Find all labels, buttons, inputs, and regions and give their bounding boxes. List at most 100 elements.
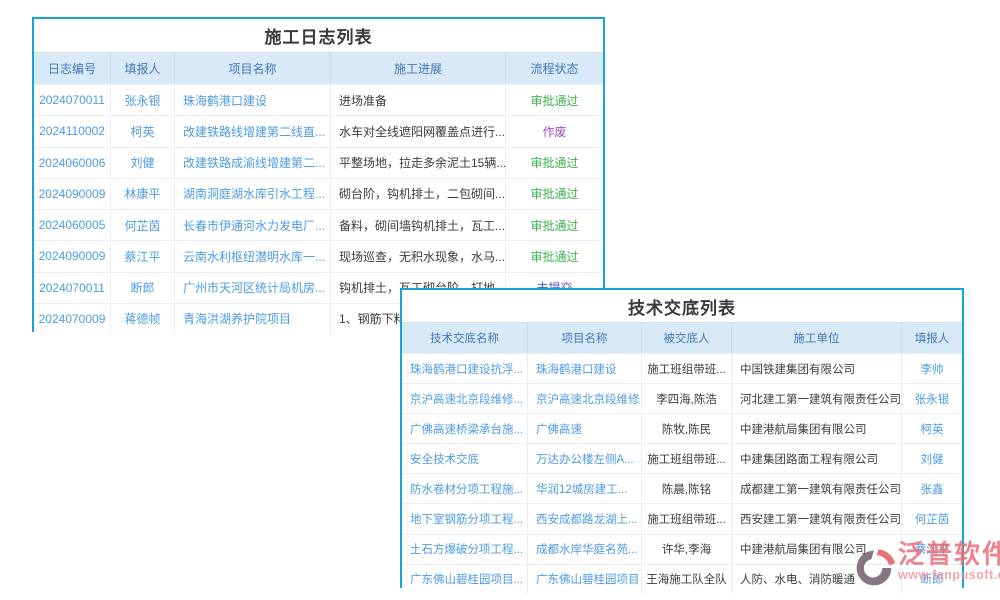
cell-reporter[interactable]: 蔡江平 — [111, 241, 175, 271]
table-row[interactable]: 土石方爆破分项工程...成都水岸华庭名苑...许华,李海中建港航局集团有限公司蔡… — [402, 534, 962, 564]
cell-id[interactable]: 2024060006 — [34, 148, 111, 178]
cell-project[interactable]: 广佛高速 — [528, 414, 642, 443]
construction-log-title: 施工日志列表 — [34, 19, 603, 52]
cell-persons: 施工班组带班... — [642, 444, 732, 473]
tech-disclosure-panel: 技术交底列表 技术交底名称项目名称被交底人施工单位填报人珠海鹤港口建设抗浮...… — [400, 288, 964, 588]
cell-company: 人防、水电、消防暖通 — [732, 565, 902, 594]
table-row[interactable]: 京沪高速北京段维修...京沪高速北京段维修李四海,陈浩河北建工第一建筑有限责任公… — [402, 383, 962, 413]
cell-progress: 备料，砌间墙钩机排土，瓦工... — [331, 210, 506, 240]
cell-name[interactable]: 地下室钢筋分项工程... — [402, 504, 528, 533]
cell-id[interactable]: 2024070011 — [34, 85, 111, 115]
cell-name[interactable]: 珠海鹤港口建设抗浮... — [402, 354, 528, 383]
cell-progress: 平整场地，拉走多余泥土15辆... — [331, 148, 506, 178]
cell-project[interactable]: 华润12城房建工... — [528, 474, 642, 503]
cell-project[interactable]: 万达办公楼左侧A... — [528, 444, 642, 473]
cell-id[interactable]: 2024060005 — [34, 210, 111, 240]
cell-persons: 王海施工队全队 — [642, 565, 732, 594]
cell-project[interactable]: 广州市天河区统计局机房... — [175, 273, 331, 303]
table-row[interactable]: 2024110002柯英改建铁路线增建第二线直...水车对全线遮阳网覆盖点进行.… — [34, 115, 603, 146]
cell-persons: 施工班组带班... — [642, 354, 732, 383]
construction-log-panel: 施工日志列表 日志编号填报人项目名称施工进展流程状态2024070011张永银珠… — [32, 17, 605, 332]
column-header-project: 项目名称 — [528, 322, 642, 353]
cell-reporter[interactable]: 林康平 — [111, 179, 175, 209]
cell-reporter[interactable]: 断郎 — [111, 273, 175, 303]
table-header-row: 技术交底名称项目名称被交底人施工单位填报人 — [402, 322, 962, 353]
cell-id[interactable]: 2024110002 — [34, 116, 111, 146]
column-header-id: 日志编号 — [34, 52, 111, 84]
cell-progress: 进场准备 — [331, 85, 506, 115]
cell-project[interactable]: 西安成都路龙湖上... — [528, 504, 642, 533]
cell-reporter[interactable]: 蔡江平 — [902, 535, 962, 564]
cell-reporter[interactable]: 何芷茵 — [902, 504, 962, 533]
cell-project[interactable]: 长春市伊通河水力发电厂... — [175, 210, 331, 240]
column-header-status: 流程状态 — [506, 52, 603, 84]
cell-persons: 陈晨,陈铭 — [642, 474, 732, 503]
cell-id[interactable]: 2024090009 — [34, 241, 111, 271]
table-row[interactable]: 2024090009蔡江平云南水利枢纽潜明水库一...现场巡查，无积水现象，水马… — [34, 240, 603, 271]
table-row[interactable]: 安全技术交底万达办公楼左侧A...施工班组带班...中建集团路面工程有限公司刘健 — [402, 443, 962, 473]
table-row[interactable]: 广佛高速桥梁承台施...广佛高速陈牧,陈民中建港航局集团有限公司柯英 — [402, 413, 962, 443]
cell-name[interactable]: 土石方爆破分项工程... — [402, 535, 528, 564]
cell-company: 中建集团路面工程有限公司 — [732, 444, 902, 473]
tech-disclosure-title: 技术交底列表 — [402, 290, 962, 322]
cell-name[interactable]: 京沪高速北京段维修... — [402, 384, 528, 413]
cell-project[interactable]: 成都水岸华庭名苑... — [528, 535, 642, 564]
cell-reporter[interactable]: 断郎 — [902, 565, 962, 594]
cell-name[interactable]: 防水卷材分项工程施... — [402, 474, 528, 503]
table-row[interactable]: 广东佛山碧桂园项目...广东佛山碧桂园项目王海施工队全队人防、水电、消防暖通断郎 — [402, 564, 962, 594]
cell-progress: 水车对全线遮阳网覆盖点进行... — [331, 116, 506, 146]
cell-reporter[interactable]: 刘健 — [902, 444, 962, 473]
tech-disclosure-table: 技术交底名称项目名称被交底人施工单位填报人珠海鹤港口建设抗浮...珠海鹤港口建设… — [402, 322, 962, 594]
cell-id[interactable]: 2024070011 — [34, 273, 111, 303]
cell-reporter[interactable]: 李帅 — [902, 354, 962, 383]
cell-name[interactable]: 广佛高速桥梁承台施... — [402, 414, 528, 443]
cell-project[interactable]: 云南水利枢纽潜明水库一... — [175, 241, 331, 271]
cell-project[interactable]: 京沪高速北京段维修 — [528, 384, 642, 413]
cell-persons: 李四海,陈浩 — [642, 384, 732, 413]
cell-persons: 陈牧,陈民 — [642, 414, 732, 443]
cell-reporter[interactable]: 张永银 — [111, 85, 175, 115]
column-header-reporter: 填报人 — [902, 322, 962, 353]
cell-company: 成都建工第一建筑有限责任公司 — [732, 474, 902, 503]
cell-persons: 许华,李海 — [642, 535, 732, 564]
column-header-project: 项目名称 — [175, 52, 331, 84]
column-header-company: 施工单位 — [732, 322, 902, 353]
table-row[interactable]: 2024090009林康平湖南洞庭湖水库引水工程...砌台阶，钩机排土，二包砌间… — [34, 178, 603, 209]
cell-reporter[interactable]: 柯英 — [111, 116, 175, 146]
table-row[interactable]: 2024070011张永银珠海鹤港口建设进场准备审批通过 — [34, 84, 603, 115]
cell-reporter[interactable]: 何芷茵 — [111, 210, 175, 240]
column-header-progress: 施工进展 — [331, 52, 506, 84]
cell-company: 西安建工第一建筑有限责任公司 — [732, 504, 902, 533]
cell-company: 河北建工第一建筑有限责任公司 — [732, 384, 902, 413]
cell-company: 中建港航局集团有限公司 — [732, 414, 902, 443]
cell-status: 审批通过 — [506, 241, 603, 271]
column-header-persons: 被交底人 — [642, 322, 732, 353]
cell-id[interactable]: 2024070009 — [34, 304, 111, 334]
cell-reporter[interactable]: 柯英 — [902, 414, 962, 443]
cell-project[interactable]: 改建铁路线增建第二线直... — [175, 116, 331, 146]
table-row[interactable]: 珠海鹤港口建设抗浮...珠海鹤港口建设施工班组带班...中国铁建集团有限公司李帅 — [402, 353, 962, 383]
cell-project[interactable]: 改建铁路成渝线增建第二... — [175, 148, 331, 178]
cell-progress: 砌台阶，钩机排土，二包砌间... — [331, 179, 506, 209]
cell-status: 审批通过 — [506, 210, 603, 240]
cell-reporter[interactable]: 刘健 — [111, 148, 175, 178]
cell-reporter[interactable]: 张鑫 — [902, 474, 962, 503]
cell-id[interactable]: 2024090009 — [34, 179, 111, 209]
cell-project[interactable]: 青海洪湖养护院项目 — [175, 304, 331, 334]
table-row[interactable]: 2024060005何芷茵长春市伊通河水力发电厂...备料，砌间墙钩机排土，瓦工… — [34, 209, 603, 240]
table-row[interactable]: 2024060006刘健改建铁路成渝线增建第二...平整场地，拉走多余泥土15辆… — [34, 147, 603, 178]
table-row[interactable]: 地下室钢筋分项工程...西安成都路龙湖上...施工班组带班...西安建工第一建筑… — [402, 503, 962, 533]
cell-name[interactable]: 广东佛山碧桂园项目... — [402, 565, 528, 594]
column-header-name: 技术交底名称 — [402, 322, 528, 353]
cell-project[interactable]: 湖南洞庭湖水库引水工程... — [175, 179, 331, 209]
cell-project[interactable]: 珠海鹤港口建设 — [528, 354, 642, 383]
cell-progress: 现场巡查，无积水现象，水马... — [331, 241, 506, 271]
cell-reporter[interactable]: 蒋德帧 — [111, 304, 175, 334]
cell-status: 审批通过 — [506, 85, 603, 115]
cell-reporter[interactable]: 张永银 — [902, 384, 962, 413]
table-row[interactable]: 防水卷材分项工程施...华润12城房建工...陈晨,陈铭成都建工第一建筑有限责任… — [402, 473, 962, 503]
column-header-reporter: 填报人 — [111, 52, 175, 84]
cell-project[interactable]: 广东佛山碧桂园项目 — [528, 565, 642, 594]
cell-name[interactable]: 安全技术交底 — [402, 444, 528, 473]
cell-project[interactable]: 珠海鹤港口建设 — [175, 85, 331, 115]
